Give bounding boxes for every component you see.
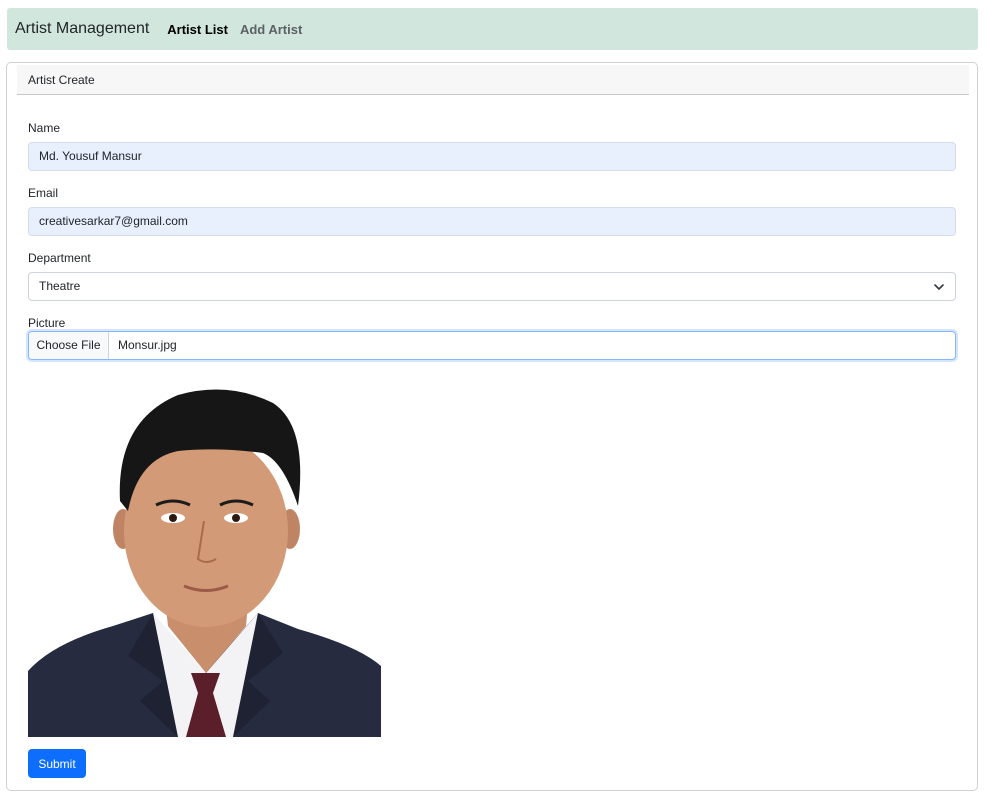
department-selected-value: Theatre bbox=[39, 279, 81, 293]
chevron-down-icon bbox=[934, 284, 944, 290]
email-input[interactable]: creativesarkar7@gmail.com bbox=[28, 207, 956, 236]
artist-create-card: Artist Create Name Md. Yousuf Mansur Ema… bbox=[6, 62, 978, 791]
name-label: Name bbox=[28, 121, 61, 135]
picture-file-input[interactable]: Choose File Monsur.jpg bbox=[28, 331, 956, 360]
picture-label: Picture bbox=[28, 316, 66, 330]
nav-link-add-artist[interactable]: Add Artist bbox=[240, 22, 302, 37]
top-navbar: Artist Management Artist List Add Artist bbox=[7, 8, 978, 50]
department-label: Department bbox=[28, 251, 91, 265]
navbar-brand[interactable]: Artist Management bbox=[15, 20, 149, 38]
selected-file-name: Monsur.jpg bbox=[118, 338, 177, 352]
submit-button[interactable]: Submit bbox=[28, 749, 86, 778]
email-label: Email bbox=[28, 186, 59, 200]
name-input[interactable]: Md. Yousuf Mansur bbox=[28, 142, 956, 171]
choose-file-button[interactable]: Choose File bbox=[29, 332, 109, 359]
artist-photo-preview bbox=[28, 381, 381, 737]
department-select[interactable]: Theatre bbox=[28, 272, 956, 301]
card-header: Artist Create bbox=[17, 65, 969, 95]
nav-link-artist-list[interactable]: Artist List bbox=[167, 22, 228, 37]
